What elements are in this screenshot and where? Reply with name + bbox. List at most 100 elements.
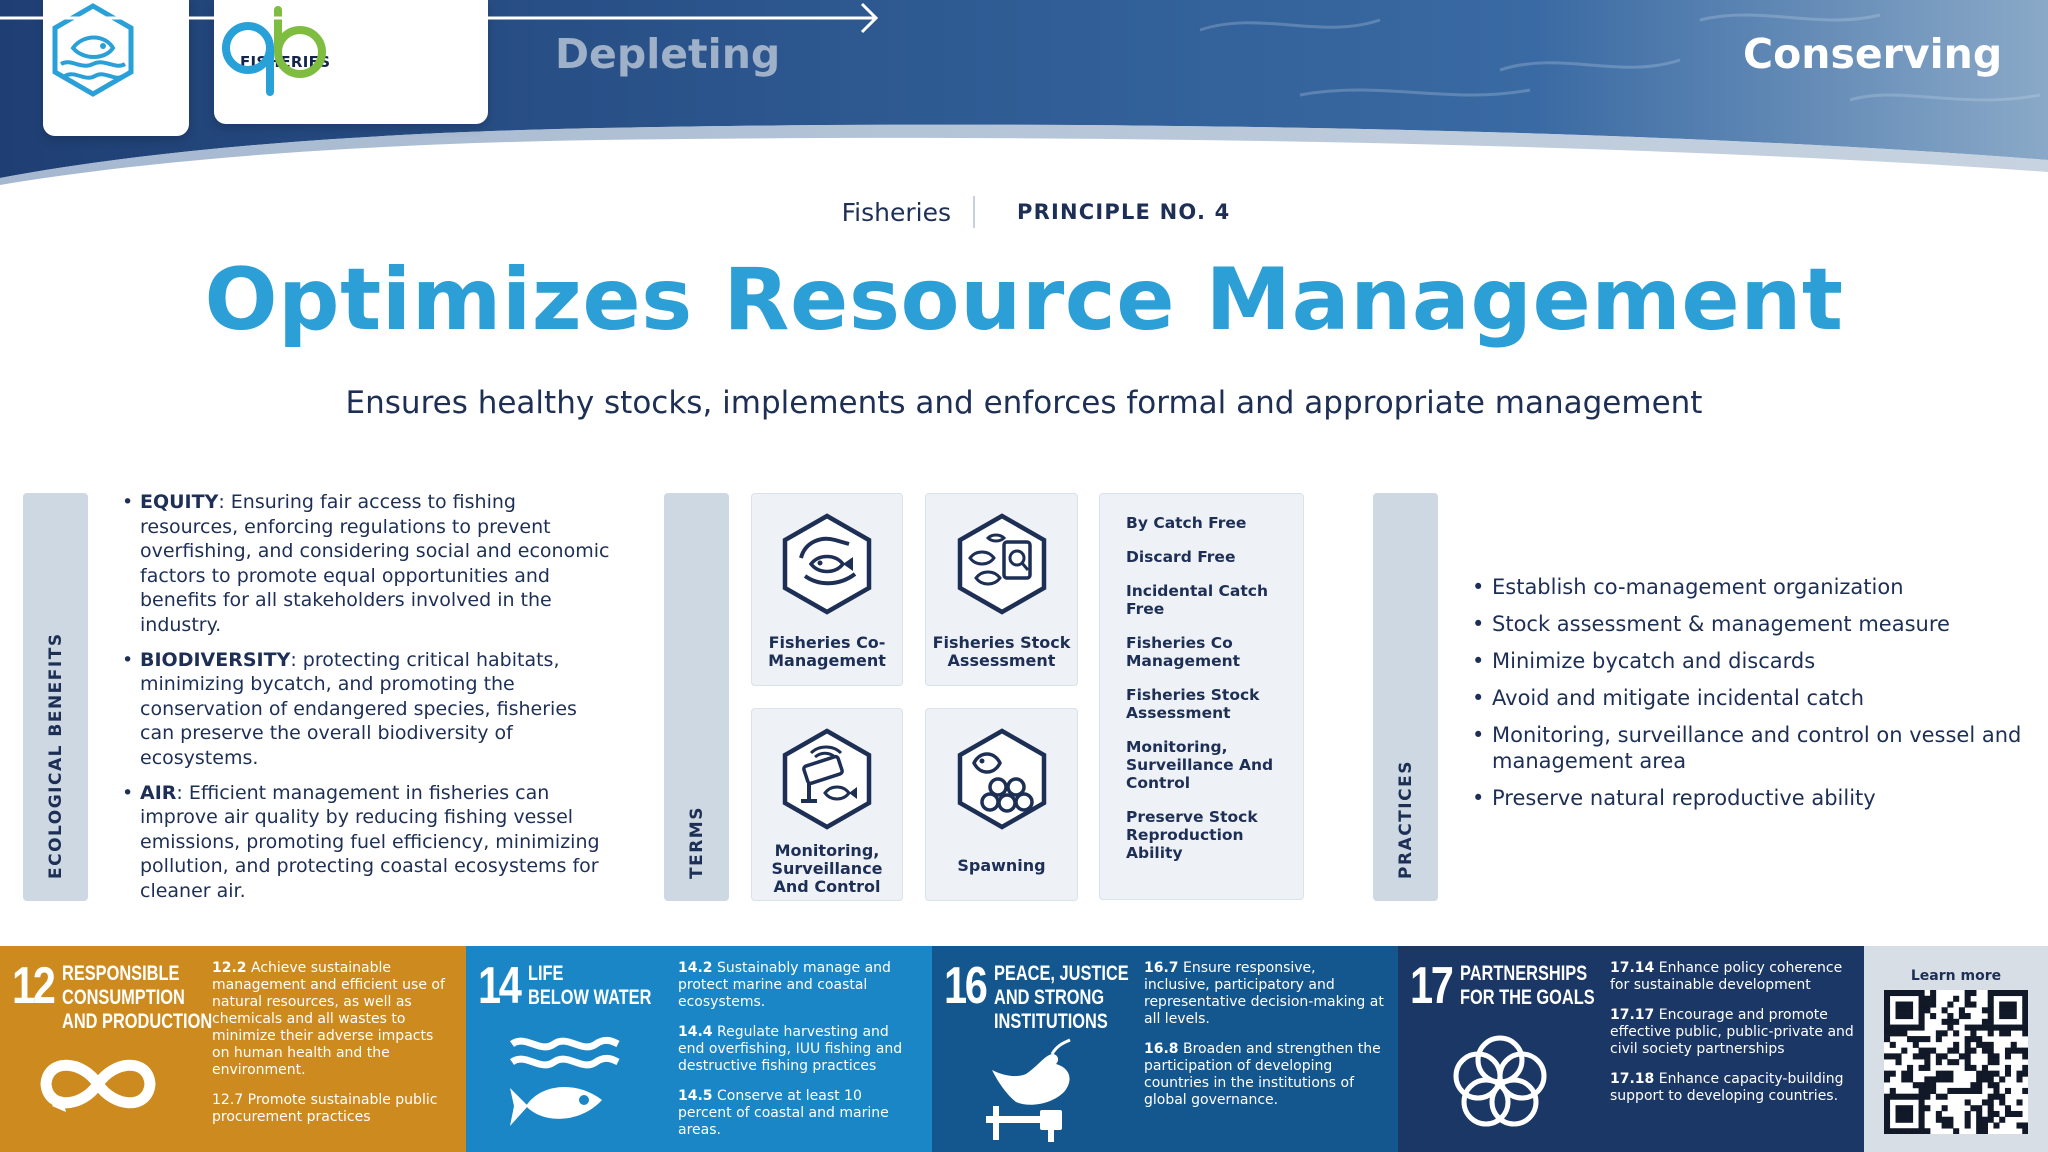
sdg-number: 12 [12,957,56,1015]
benefit-term: AIR [140,781,177,804]
practice-item: Minimize bycatch and discards [1470,648,2030,674]
terms-list-item: Incidental Catch Free [1126,582,1268,618]
target-text: Broaden and strengthen the participation… [1144,1041,1381,1108]
term-card-label: Fisheries Stock Assessment [932,633,1071,670]
sdg-title-line: LIFE [528,962,564,985]
sdg-target: 16.8 Broaden and strengthen the particip… [1144,1041,1384,1109]
target-code: 12.2 [212,960,247,976]
term-card-monitoring[interactable]: Monitoring, Surveillance And Control [751,708,903,901]
term-card-label: Fisheries Co-Management [768,633,886,670]
sdg-target: 17.14 Enhance policy coherence for susta… [1610,960,1856,994]
sdg-title-line: AND PRODUCTION [62,1010,213,1033]
practices-tab: PRACTICES [1373,493,1438,901]
sdg-title-line: PEACE, JUSTICE [994,962,1129,985]
principle-number: PRINCIPLE NO. 4 [1017,200,1231,224]
sdg-title: PEACE, JUSTICE AND STRONG INSTITUTIONS [994,962,1129,1034]
benefit-term: BIODIVERSITY [140,648,291,671]
category-label: Fisheries [841,197,951,227]
term-card-label: Monitoring, Surveillance And Control [771,841,883,896]
sdg-title-line: AND STRONG [994,986,1105,1009]
terms-tab-label: TERMS [686,806,707,879]
terms-list-item: By Catch Free [1126,514,1247,532]
sdg-targets: 17.14 Enhance policy coherence for susta… [1610,960,1856,1118]
terms-list-item: Preserve Stock Reproduction Ability [1126,808,1258,862]
term-card-co-management[interactable]: Fisheries Co-Management [751,493,903,686]
depleting-label: Depleting [555,30,781,78]
sdg-title: RESPONSIBLE CONSUMPTION AND PRODUCTION [62,962,212,1034]
rings-icon [1453,1035,1547,1127]
page-title: Optimizes Resource Management [204,250,1844,350]
sdg-title: PARTNERSHIPS FOR THE GOALS [1460,962,1595,1010]
terms-list-item: Discard Free [1126,548,1236,566]
infinity-icon [40,1059,156,1112]
header-banner: FISHERIES Depleting Conserving [0,0,2048,185]
target-code: 17.18 [1610,1071,1655,1087]
benefit-item-air: AIR: Efficient management in fisheries c… [120,781,610,904]
practices-tab-label: PRACTICES [1395,760,1416,879]
principle-meta: Fisheries PRINCIPLE NO. 4 [0,196,2048,228]
target-text: 12.7 Promote sustainable public procurem… [212,1092,438,1125]
conserving-label: Conserving [1743,30,2003,78]
ecological-benefits-list: EQUITY: Ensuring fair access to fishing … [120,490,610,914]
term-card-stock-assessment[interactable]: Fisheries Stock Assessment [925,493,1078,686]
sdg-title-line: BELOW WATER [528,986,652,1009]
sdg-title-line: FOR THE GOALS [1460,986,1595,1009]
practice-item: Stock assessment & management measure [1470,611,2030,637]
sdg-targets: 14.2 Sustainably manage and protect mari… [678,960,918,1152]
target-code: 16.7 [1144,960,1179,976]
sdg-16-panel[interactable]: 16 PEACE, JUSTICE AND STRONG INSTITUTION… [932,946,1398,1152]
fish-eggs-icon [957,728,1046,830]
dove-gavel-icon [986,1038,1071,1142]
terms-tab: TERMS [664,493,729,901]
sdg-17-panel[interactable]: 17 PARTNERSHIPS FOR THE GOALS 17.14 Enha… [1398,946,1864,1152]
terms-list-item: Fisheries Co Management [1126,634,1241,670]
practices-list: Establish co-management organization Sto… [1470,574,2030,822]
sdg-14-panel[interactable]: 14 LIFE BELOW WATER 14.2 Sustainably man… [466,946,932,1152]
sdg-target: 17.18 Enhance capacity-building support … [1610,1071,1856,1105]
learn-more-label: Learn more [1910,968,2002,984]
benefit-text: : Efficient management in fisheries can … [140,781,600,902]
sdg-title-line: RESPONSIBLE [62,962,180,985]
learn-more-panel[interactable]: Learn more [1864,946,2048,1152]
hand-fish-icon [782,513,872,615]
target-code: 16.8 [1144,1041,1179,1057]
sdg-target: 14.2 Sustainably manage and protect mari… [678,960,918,1011]
target-code: 14.4 [678,1024,713,1040]
target-code: 17.14 [1610,960,1655,976]
benefit-item-equity: EQUITY: Ensuring fair access to fishing … [120,490,610,638]
fish-waves-icon [509,1036,620,1126]
ecological-benefits-tab: ECOLOGICAL BENEFITS [23,493,88,901]
sdg-title: LIFE BELOW WATER [528,962,651,1010]
ecological-benefits-tab-label: ECOLOGICAL BENEFITS [45,632,66,879]
practice-item: Monitoring, surveillance and control on … [1470,722,2030,774]
sdg-target: 14.4 Regulate harvesting and end overfis… [678,1024,918,1075]
sdg-title-line: CONSUMPTION [62,986,185,1009]
practice-item: Avoid and mitigate incidental catch [1470,685,2030,711]
sdg-target: 16.7 Ensure responsive, inclusive, parti… [1144,960,1384,1028]
practice-item: Establish co-management organization [1470,574,2030,600]
fish-survey-icon [957,513,1046,615]
term-card-spawning[interactable]: Spawning [925,708,1078,901]
qr-code-icon[interactable] [1884,990,2028,1134]
sdg-target: 12.2 Achieve sustainable management and … [212,960,452,1079]
sdg-number: 17 [1410,957,1454,1015]
progress-arrow-icon [0,2,879,34]
sdg-number: 16 [944,957,988,1015]
target-code: 14.2 [678,960,713,976]
sdg-target: 12.7 Promote sustainable public procurem… [212,1092,452,1126]
benefit-term: EQUITY [140,491,219,513]
target-code: 14.5 [678,1088,713,1104]
target-text: Regulate harvesting and end overfishing,… [678,1024,903,1074]
terms-list-item: Fisheries Stock Assessment [1126,686,1260,722]
practice-item: Preserve natural reproductive ability [1470,785,2030,811]
terms-list: By Catch Free Discard Free Incidental Ca… [1099,493,1304,900]
sdg-number: 14 [478,957,522,1015]
term-card-label: Spawning [957,856,1046,875]
sdg-12-panel[interactable]: 12 RESPONSIBLE CONSUMPTION AND PRODUCTIO… [0,946,466,1152]
sdg-target: 17.17 Encourage and promote effective pu… [1610,1007,1856,1058]
target-text: Achieve sustainable management and effic… [212,960,445,1078]
benefit-item-biodiversity: BIODIVERSITY: protecting critical habita… [120,648,610,771]
terms-list-item: Monitoring, Surveillance And Control [1126,738,1274,792]
sdg-title-line: PARTNERSHIPS [1460,962,1588,985]
sdg-targets: 16.7 Ensure responsive, inclusive, parti… [1144,960,1384,1122]
